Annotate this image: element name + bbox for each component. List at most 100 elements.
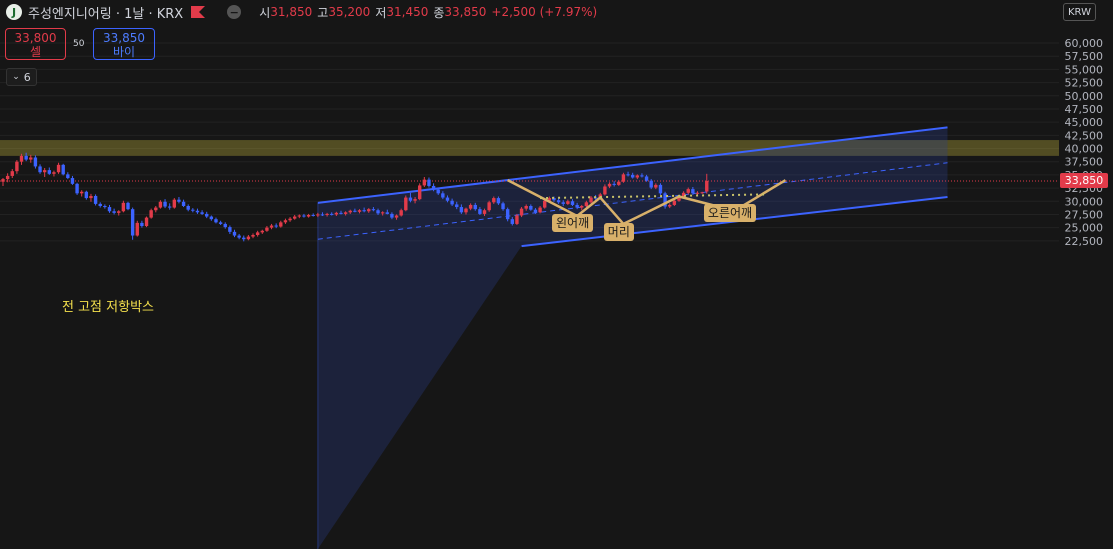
candle (237, 233, 241, 240)
high-value: 35,200 (328, 5, 371, 19)
candle (163, 199, 167, 209)
close-value: 33,850 (444, 5, 487, 19)
candle (283, 218, 288, 224)
pattern-annotation: 오른어깨 (703, 204, 757, 223)
candle (228, 225, 232, 234)
candle (80, 190, 84, 197)
candle (418, 183, 422, 201)
indicator-count: 6 (23, 70, 31, 84)
company-logo: J (6, 4, 22, 20)
candle (177, 197, 181, 204)
candle (658, 183, 663, 195)
candle (93, 194, 98, 206)
spread-value: 50 (73, 39, 85, 49)
candle (121, 200, 126, 213)
candle (144, 216, 149, 228)
candle (70, 175, 75, 185)
candle (126, 201, 130, 211)
candle (140, 220, 144, 228)
candle (186, 204, 190, 212)
candle (209, 215, 214, 221)
y-tick-label: 40,000 (1065, 143, 1104, 156)
change-value: +2,500 (+7.97%) (491, 5, 598, 19)
high-label: 고 (317, 5, 329, 20)
y-tick-label: 45,000 (1065, 116, 1104, 129)
candle (311, 213, 315, 217)
indicators-toggle[interactable]: ⌄ 6 (6, 68, 37, 86)
price-chart[interactable]: 60,00057,50055,00052,50050,00047,50045,0… (0, 0, 1113, 549)
candle (107, 204, 112, 213)
candle (260, 229, 264, 234)
y-tick-label: 42,500 (1065, 129, 1104, 142)
minus-icon[interactable]: − (227, 5, 242, 19)
candle (38, 164, 42, 174)
candle (232, 229, 237, 238)
sell-button[interactable]: 33,800 셀 (5, 28, 66, 60)
y-tick-label: 22,500 (1065, 235, 1104, 248)
close-label: 종 (433, 5, 445, 20)
candle (205, 211, 209, 219)
last-price-tag: 33,850 (1060, 173, 1108, 189)
y-tick-label: 47,500 (1065, 103, 1104, 116)
candle (42, 168, 47, 177)
open-value: 31,850 (270, 5, 313, 19)
low-label: 저 (375, 5, 387, 20)
candle (66, 172, 70, 180)
y-tick-label: 25,000 (1065, 222, 1104, 235)
chevron-down-icon: ⌄ (12, 72, 20, 82)
candle (487, 200, 491, 212)
candle (269, 223, 274, 230)
candle (98, 202, 102, 208)
candle (251, 233, 255, 239)
candle (84, 190, 89, 200)
candle (297, 214, 302, 219)
candle (154, 205, 158, 213)
y-tick-label: 30,000 (1065, 195, 1104, 208)
candle (75, 182, 79, 195)
candle (246, 235, 251, 241)
resistance-zone-label: 전 고점 저항박스 (62, 300, 154, 315)
buy-label: 바이 (112, 45, 136, 59)
candle (218, 220, 223, 225)
candle (149, 208, 153, 219)
candle (10, 169, 14, 179)
candle (422, 176, 427, 188)
candle (52, 170, 56, 177)
candle (191, 208, 195, 213)
candle (255, 230, 260, 237)
candle (427, 177, 431, 188)
candle (195, 208, 200, 214)
y-tick-label: 27,500 (1065, 208, 1104, 221)
candle (89, 193, 93, 202)
symbol-title[interactable]: 주성엔지니어링 · 1날 · KRX (28, 3, 183, 22)
y-tick-label: 50,000 (1065, 90, 1104, 103)
candle (1, 178, 5, 186)
buy-price: 33,850 (103, 31, 145, 45)
open-label: 시 (259, 5, 271, 20)
y-tick-label: 37,500 (1065, 156, 1104, 169)
currency-selector[interactable]: KRW (1063, 3, 1096, 21)
flag-icon[interactable] (191, 6, 206, 18)
candle (112, 208, 116, 215)
candle (130, 207, 135, 240)
candle (103, 204, 107, 209)
pattern-annotation: 왼어깨 (551, 214, 594, 233)
chart-header: J 주성엔지니어링 · 1날 · KRX − 시 31,850 고 35,200 저… (6, 2, 602, 22)
candle (15, 160, 19, 174)
y-tick-label: 57,500 (1065, 50, 1104, 63)
candle (172, 198, 177, 209)
candle (663, 191, 667, 209)
pattern-annotation: 머리 (603, 222, 634, 241)
low-value: 31,450 (386, 5, 429, 19)
candle (279, 220, 283, 228)
price-axis: 60,00057,50055,00052,50050,00047,50045,0… (1065, 37, 1104, 248)
buy-button[interactable]: 33,850 바이 (93, 28, 155, 60)
candle (167, 203, 172, 210)
y-tick-label: 52,500 (1065, 77, 1104, 90)
candle (33, 155, 38, 169)
candle (292, 214, 297, 220)
y-tick-label: 60,000 (1065, 37, 1104, 50)
y-tick-label: 55,000 (1065, 63, 1104, 76)
candle (515, 213, 519, 225)
candle (47, 167, 51, 175)
